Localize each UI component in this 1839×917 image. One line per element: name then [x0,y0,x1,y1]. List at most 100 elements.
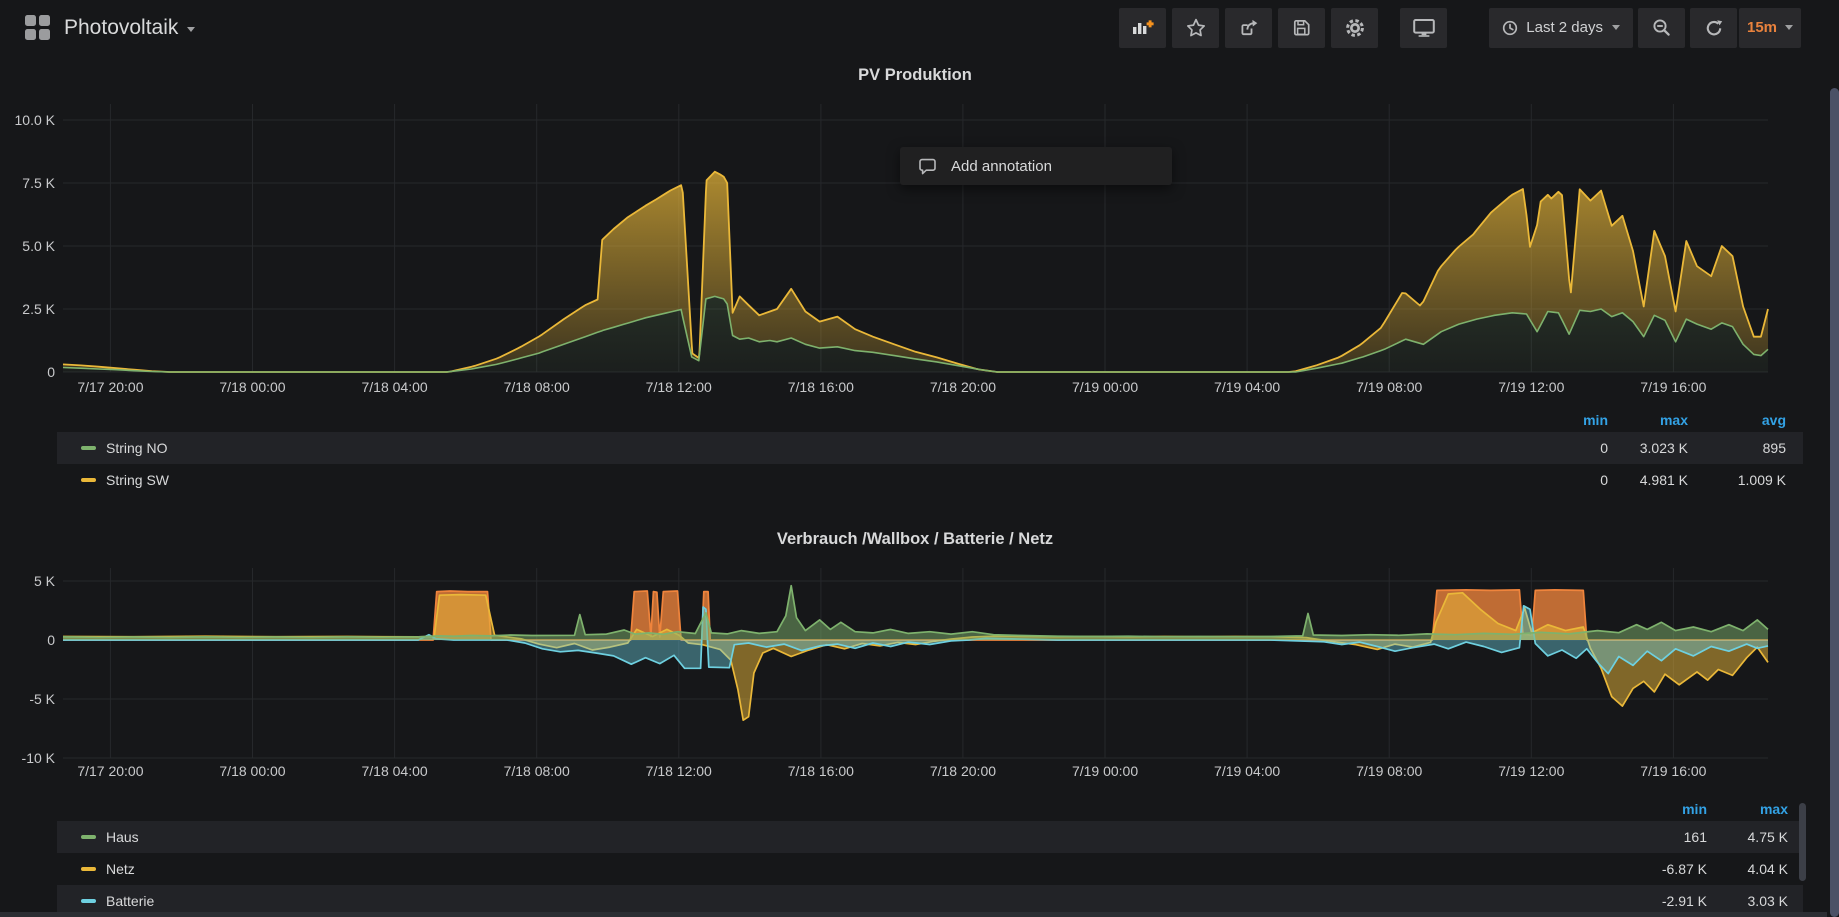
y-tick-label: 7.5 K [22,175,55,191]
x-tick-label: 7/18 04:00 [361,763,427,779]
legend-stat-max: 4.04 K [1707,861,1803,877]
chevron-down-icon [1785,25,1793,30]
panel-title-verbrauch[interactable]: Verbrauch /Wallbox / Batterie / Netz [0,530,1830,549]
share-button[interactable] [1225,8,1272,48]
x-tick-label: 7/19 16:00 [1640,379,1706,395]
clock-icon [1502,20,1518,36]
add-annotation-label: Add annotation [951,158,1052,175]
legend-row-haus: Haus1614.75 K [57,821,1803,853]
legend-series-toggle[interactable]: String SW [57,472,1528,488]
series-color-swatch [81,867,96,871]
x-tick-label: 7/19 00:00 [1072,763,1138,779]
chevron-down-icon [1612,25,1620,30]
settings-button[interactable] [1331,8,1378,48]
legend-header: minmaxavg [57,408,1803,432]
x-tick-label: 7/18 20:00 [930,379,996,395]
star-icon [1186,18,1206,38]
dashboard-picker[interactable]: Photovoltaik [24,14,195,41]
legend-row-string-no: String NO 03.023 K895 [57,432,1803,464]
x-tick-label: 7/18 12:00 [646,763,712,779]
refresh-interval-picker[interactable]: 15m [1739,8,1801,48]
dashboard-title[interactable]: Photovoltaik [64,16,178,40]
y-tick-label: 0 [47,364,55,380]
horizontal-scrollbar[interactable] [0,912,1827,917]
legend-series-toggle[interactable]: Netz [57,861,1627,877]
x-tick-label: 7/18 16:00 [788,763,854,779]
x-tick-label: 7/19 16:00 [1640,763,1706,779]
panel-title-pv-produktion[interactable]: PV Produktion [0,66,1830,85]
dashboards-grid-icon [24,14,51,41]
y-tick-label: 2.5 K [22,301,55,317]
panel-scrollbar-thumb[interactable] [1799,803,1806,881]
series-color-swatch [81,835,96,839]
legend-column-min[interactable]: min [1528,412,1608,428]
share-icon [1239,18,1259,37]
navbar: Photovoltaik [0,0,1839,55]
x-tick-label: 7/18 12:00 [646,379,712,395]
legend-stat-max: 3.023 K [1608,440,1688,456]
legend-column-avg[interactable]: avg [1688,412,1803,428]
save-button[interactable] [1278,8,1325,48]
time-range-label: Last 2 days [1526,19,1603,36]
legend-column-max[interactable]: max [1707,801,1803,817]
x-tick-label: 7/18 08:00 [504,763,570,779]
x-tick-label: 7/18 04:00 [361,379,427,395]
legend-header: minmax [57,797,1803,821]
legend-series-name: String NO [106,440,167,456]
x-tick-label: 7/19 12:00 [1498,763,1564,779]
x-tick-label: 7/19 04:00 [1214,763,1280,779]
x-tick-label: 7/18 08:00 [504,379,570,395]
vertical-scrollbar-thumb[interactable] [1830,88,1839,917]
legend-stat-min: -2.91 K [1627,893,1707,909]
legend-stat-max: 4.981 K [1608,472,1688,488]
legend-column-min[interactable]: min [1627,801,1707,817]
x-tick-label: 7/19 12:00 [1498,379,1564,395]
legend-series-name: Haus [106,829,139,845]
legend-stat-min: 0 [1528,472,1608,488]
grafana-dashboard: Photovoltaik [0,0,1839,917]
zoom-out-icon [1652,18,1671,37]
monitor-icon [1413,18,1435,37]
y-tick-label: 0 [47,632,55,648]
legend-pv-produktion: minmaxavg String NO 03.023 K895 String SW 04… [57,408,1803,496]
legend-stat-avg: 895 [1688,440,1803,456]
legend-row-netz: Netz -6.87 K4.04 K [57,853,1803,885]
gear-icon [1345,18,1365,38]
x-tick-label: 7/18 20:00 [930,763,996,779]
zoom-out-button[interactable] [1638,8,1685,48]
legend-row-string-sw: String SW04.981 K1.009 K [57,464,1803,496]
x-tick-label: 7/19 08:00 [1356,763,1422,779]
star-button[interactable] [1172,8,1219,48]
x-tick-label: 7/17 20:00 [77,379,143,395]
verbrauch-chart[interactable]: 5 K0-5 K-10 K7/17 20:007/18 00:007/18 04… [0,560,1790,790]
legend-stat-min: 0 [1528,440,1608,456]
y-tick-label: -5 K [29,691,55,707]
refresh-button[interactable] [1690,8,1737,48]
series-color-swatch [81,446,96,450]
series-color-swatch [81,478,96,482]
add-panel-button[interactable] [1119,8,1166,48]
x-tick-label: 7/19 08:00 [1356,379,1422,395]
legend-series-toggle[interactable]: Batterie [57,893,1627,909]
add-panel-icon [1131,18,1154,37]
comment-icon [918,158,937,175]
cycle-view-button[interactable] [1400,8,1447,48]
x-tick-label: 7/17 20:00 [77,763,143,779]
series-color-swatch [81,899,96,903]
legend-stat-max: 3.03 K [1707,893,1803,909]
time-range-picker[interactable]: Last 2 days [1489,8,1633,48]
legend-series-name: String SW [106,472,169,488]
add-annotation-menu-item[interactable]: Add annotation [900,147,1172,185]
legend-series-toggle[interactable]: Haus [57,829,1627,845]
legend-series-name: Netz [106,861,135,877]
legend-stat-min: 161 [1627,829,1707,845]
legend-series-name: Batterie [106,893,154,909]
chevron-down-icon [187,27,195,32]
save-icon [1292,18,1311,37]
legend-column-max[interactable]: max [1608,412,1688,428]
x-tick-label: 7/19 04:00 [1214,379,1280,395]
legend-stat-min: -6.87 K [1627,861,1707,877]
pv-produktion-chart[interactable]: 10.0 K7.5 K5.0 K2.5 K07/17 20:007/18 00:… [0,90,1790,402]
legend-series-toggle[interactable]: String NO [57,440,1528,456]
refresh-icon [1705,19,1723,37]
